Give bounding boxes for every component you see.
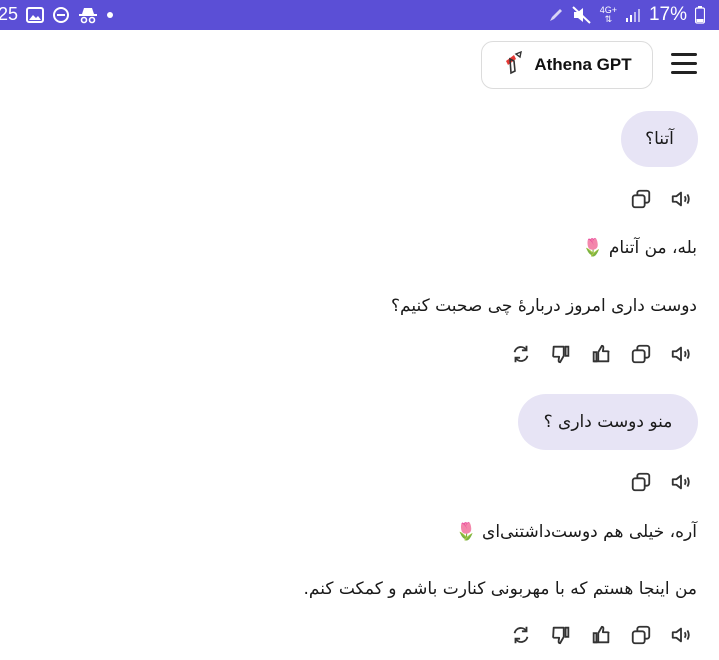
regenerate-icon[interactable] [509, 623, 533, 647]
thumbs-up-icon[interactable] [589, 623, 613, 647]
speaker-icon[interactable] [669, 187, 693, 211]
assistant-message-line: بله، من آتنام 🌷 [582, 238, 697, 258]
thumbs-down-icon[interactable] [549, 623, 573, 647]
copy-icon[interactable] [629, 342, 653, 366]
model-selector[interactable]: Athena GPT [481, 41, 653, 89]
mute-icon [572, 6, 592, 24]
user-message-text: منو دوست داری ؟ [543, 412, 673, 432]
incognito-icon [78, 6, 98, 24]
assistant-message-actions [509, 623, 693, 647]
dot-icon [106, 11, 114, 19]
data-icon: 4G+ ⇅ [599, 5, 617, 24]
pen-icon [548, 7, 564, 23]
assistant-message-line: دوست داری امروز دربارهٔ چی صحبت کنیم؟ [391, 296, 697, 316]
status-bar: 25 4G+ ⇅ 17% [0, 0, 719, 30]
user-message-actions [629, 470, 693, 494]
user-message-text: آتنا؟ [645, 129, 674, 149]
athena-logo-icon [502, 50, 524, 79]
speaker-icon[interactable] [669, 470, 693, 494]
assistant-message-actions [509, 342, 693, 366]
regenerate-icon[interactable] [509, 342, 533, 366]
copy-icon[interactable] [629, 187, 653, 211]
status-time: 25 [0, 4, 19, 24]
image-icon [26, 6, 45, 23]
thumbs-up-icon[interactable] [589, 342, 613, 366]
battery-percent: 17% [648, 4, 687, 25]
speaker-icon[interactable] [669, 342, 693, 366]
user-message-actions [629, 187, 693, 211]
assistant-message-line: من اینجا هستم که با مهربونی کنارت باشم و… [303, 579, 698, 599]
speaker-icon[interactable] [669, 623, 693, 647]
assistant-message-line: آره، خیلی هم دوست‌داشتنی‌ای 🌷 [455, 522, 697, 542]
copy-icon[interactable] [629, 470, 653, 494]
menu-icon[interactable] [671, 53, 697, 75]
user-message: منو دوست داری ؟ [518, 394, 698, 450]
thumbs-down-icon[interactable] [549, 342, 573, 366]
battery-icon [695, 6, 705, 24]
model-title: Athena GPT [534, 55, 632, 74]
signal-icon [625, 7, 641, 23]
user-message: آتنا؟ [621, 111, 698, 167]
copy-icon[interactable] [629, 623, 653, 647]
do-not-disturb-icon [52, 6, 70, 24]
